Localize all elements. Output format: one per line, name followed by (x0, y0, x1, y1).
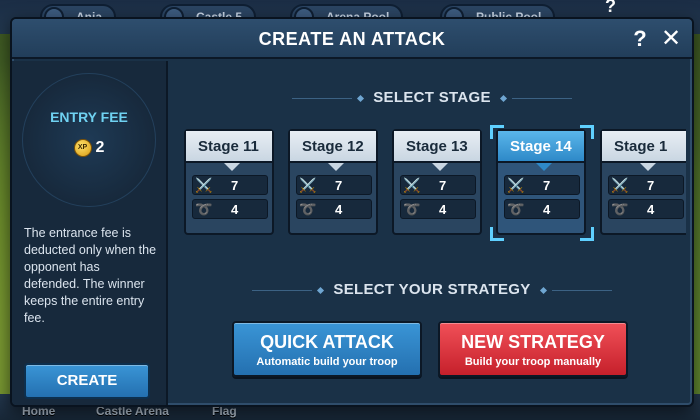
selection-corner (580, 227, 594, 241)
stage-defense-value: 4 (439, 202, 447, 217)
stage-name: Stage 11 (186, 131, 272, 163)
quick-attack-label: QUICK ATTACK (260, 332, 394, 352)
horn-icon: ➰ (507, 201, 525, 217)
stage-carousel[interactable]: Stage 11 ⚔️ 7 ➰ 4 Stage 12 ⚔️ 7 ➰ 4 Stag… (180, 125, 686, 241)
select-stage-title: SELECT STAGE (373, 89, 491, 106)
stage-defense-value: 4 (335, 202, 343, 217)
divider (251, 289, 312, 291)
horn-icon: ➰ (403, 201, 421, 217)
bg-help-icon: ? (605, 0, 616, 16)
entry-fee-value: 2 (95, 139, 105, 156)
stage-attack-value: 7 (231, 178, 239, 193)
stage-pointer (224, 163, 240, 171)
horn-icon: ➰ (299, 201, 317, 217)
entry-fee-amount: XP 2 (12, 139, 166, 157)
stage-name: Stage 1 (602, 131, 686, 163)
stage-attack-value: 7 (543, 178, 551, 193)
quick-attack-sublabel: Automatic build your troop (256, 356, 398, 368)
selection-corner (490, 227, 504, 241)
divider-gem (500, 94, 508, 102)
divider (512, 97, 573, 99)
stage-card[interactable]: Stage 11 ⚔️ 7 ➰ 4 (184, 129, 274, 235)
select-stage-heading: SELECT STAGE (172, 89, 692, 106)
divider-gem (539, 286, 548, 294)
stage-pointer (328, 163, 344, 171)
quick-attack-button[interactable]: QUICK ATTACK Automatic build your troop (232, 321, 422, 377)
crossed-swords-icon: ⚔️ (299, 177, 317, 193)
divider-gem (316, 286, 324, 294)
stage-pointer (432, 163, 448, 171)
horn-icon: ➰ (611, 201, 629, 217)
stage-defense-value: 4 (543, 202, 551, 217)
stage-pointer (640, 163, 656, 171)
new-strategy-label: NEW STRATEGY (461, 332, 605, 352)
stage-name: Stage 14 (498, 131, 584, 163)
stage-name: Stage 13 (394, 131, 480, 163)
stage-attack-value: 7 (647, 178, 655, 193)
stage-defense-value: 4 (231, 202, 239, 217)
entry-fee-label: ENTRY FEE (50, 109, 128, 125)
stage-attack-row: ⚔️ 7 (296, 175, 372, 195)
create-attack-dialog: CREATE AN ATTACK ? ✕ ENTRY FEE XP 2 The … (10, 17, 694, 407)
stage-attack-row: ⚔️ 7 (608, 175, 684, 195)
divider (291, 97, 352, 99)
stage-attack-row: ⚔️ 7 (192, 175, 268, 195)
stage-defense-row: ➰ 4 (504, 199, 580, 219)
help-icon[interactable]: ? (628, 25, 652, 53)
select-strategy-title: SELECT YOUR STRATEGY (333, 281, 531, 298)
select-strategy-heading: SELECT YOUR STRATEGY (172, 281, 692, 298)
stage-name: Stage 12 (290, 131, 376, 163)
new-strategy-button[interactable]: NEW STRATEGY Build your troop manually (438, 321, 628, 377)
crossed-swords-icon: ⚔️ (195, 177, 213, 193)
stage-attack-row: ⚔️ 7 (400, 175, 476, 195)
dialog-header: CREATE AN ATTACK ? ✕ (12, 19, 692, 59)
crossed-swords-icon: ⚔️ (611, 177, 629, 193)
dialog-title: CREATE AN ATTACK (258, 29, 446, 49)
stage-defense-row: ➰ 4 (400, 199, 476, 219)
new-strategy-sublabel: Build your troop manually (464, 356, 602, 368)
horn-icon: ➰ (195, 201, 213, 217)
crossed-swords-icon: ⚔️ (403, 177, 421, 193)
stage-attack-value: 7 (335, 178, 343, 193)
divider (552, 289, 613, 291)
selection-corner (580, 125, 594, 139)
create-button[interactable]: CREATE (24, 363, 150, 399)
selection-corner (490, 125, 504, 139)
stage-pointer (536, 163, 552, 171)
entry-fee-panel: ENTRY FEE XP 2 The entrance fee is deduc… (12, 61, 168, 405)
stage-attack-row: ⚔️ 7 (504, 175, 580, 195)
crossed-swords-icon: ⚔️ (507, 177, 525, 193)
stage-card-selected[interactable]: Stage 14 ⚔️ 7 ➰ 4 (496, 129, 586, 235)
stage-defense-row: ➰ 4 (608, 199, 684, 219)
xp-coin-icon: XP (73, 139, 92, 157)
divider-gem (356, 94, 364, 102)
stage-defense-row: ➰ 4 (192, 199, 268, 219)
close-icon[interactable]: ✕ (658, 25, 684, 53)
stage-card[interactable]: Stage 12 ⚔️ 7 ➰ 4 (288, 129, 378, 235)
stage-defense-value: 4 (647, 202, 655, 217)
stage-attack-value: 7 (439, 178, 447, 193)
entry-fee-description: The entrance fee is deducted only when t… (24, 226, 157, 325)
stage-card[interactable]: Stage 13 ⚔️ 7 ➰ 4 (392, 129, 482, 235)
stage-defense-row: ➰ 4 (296, 199, 372, 219)
stage-card[interactable]: Stage 1 ⚔️ 7 ➰ 4 (600, 129, 686, 235)
